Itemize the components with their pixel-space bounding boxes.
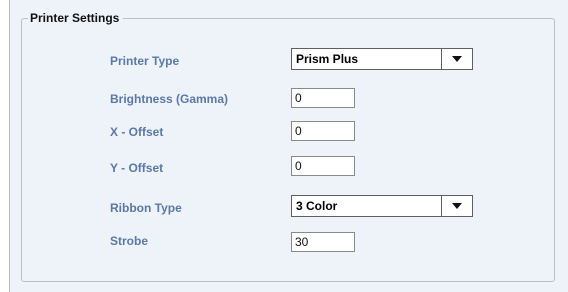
ribbon-type-label: Ribbon Type xyxy=(110,201,182,215)
ribbon-type-dropdown-button[interactable] xyxy=(441,196,472,216)
chevron-down-icon xyxy=(452,203,462,209)
ribbon-type-select[interactable]: 3 Color xyxy=(291,195,473,217)
printer-type-value: Prism Plus xyxy=(296,52,359,66)
strobe-label: Strobe xyxy=(110,234,149,248)
printer-type-dropdown-button[interactable] xyxy=(441,49,472,69)
strobe-input[interactable]: 30 xyxy=(291,232,355,252)
printer-settings-group xyxy=(21,18,555,282)
group-title: Printer Settings xyxy=(28,10,124,26)
ribbon-type-value: 3 Color xyxy=(296,199,338,213)
printer-type-label: Printer Type xyxy=(110,54,180,68)
brightness-input[interactable]: 0 xyxy=(291,88,355,108)
y-offset-input[interactable]: 0 xyxy=(291,156,355,176)
x-offset-label: X - Offset xyxy=(110,125,164,139)
printer-type-select[interactable]: Prism Plus xyxy=(291,48,473,70)
chevron-down-icon xyxy=(452,56,462,62)
y-offset-label: Y - Offset xyxy=(110,161,164,175)
brightness-label: Brightness (Gamma) xyxy=(110,92,229,106)
x-offset-input[interactable]: 0 xyxy=(291,121,355,141)
